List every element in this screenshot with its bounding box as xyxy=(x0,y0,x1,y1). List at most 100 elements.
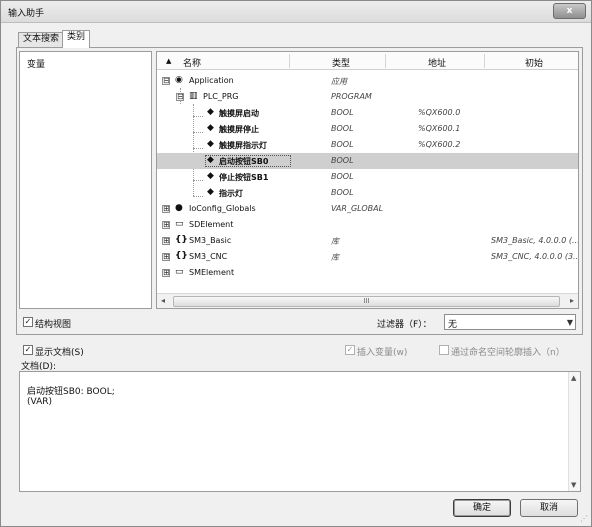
folder-icon: ▭ xyxy=(175,219,184,229)
tree-row-type: 应用 xyxy=(331,77,347,86)
close-button[interactable]: x xyxy=(553,3,586,19)
variable-icon: ◆ xyxy=(207,139,214,149)
filter-value: 无 xyxy=(448,320,458,330)
tree-row-smelement[interactable]: ⊞ ▭ SMElement xyxy=(157,265,578,281)
tree-row-type: 库 xyxy=(331,253,339,262)
tree-row-initial: SM3_Basic, 4.0.0.0 (... xyxy=(491,236,579,245)
tree-row-type: BOOL xyxy=(331,140,354,149)
tree-row-name: Application xyxy=(189,76,234,85)
category-list[interactable]: 变量 xyxy=(19,51,152,309)
column-header-name[interactable]: 名称 xyxy=(183,56,201,69)
tree-row-type: VAR_GLOBAL xyxy=(331,204,384,213)
tree-row-ioconfig-globals[interactable]: ⊞ ● IoConfig_Globals VAR_GLOBAL xyxy=(157,201,578,217)
symbol-tree[interactable]: ▲ 名称 类型 地址 初始 ⊟ ◉ Application 应用 ⊟ ▥ PLC… xyxy=(156,51,579,309)
column-separator[interactable] xyxy=(385,54,386,68)
tree-row-sdelement[interactable]: ⊞ ▭ SDElement xyxy=(157,217,578,233)
tree-row-variable[interactable]: ◆ 停止按钮SB1 BOOL xyxy=(157,169,578,185)
tree-row-address: %QX600.2 xyxy=(418,140,461,149)
expand-icon[interactable]: ⊞ xyxy=(162,205,170,213)
tree-row-variable-selected[interactable]: ◆ 启动按钮SB0 BOOL xyxy=(157,153,578,169)
expand-icon[interactable]: ⊞ xyxy=(162,221,170,229)
tree-row-name: 启动按钮SB0 xyxy=(219,157,269,166)
tree-row-name: IoConfig_Globals xyxy=(189,204,256,213)
tree-row-type: 库 xyxy=(331,237,339,246)
tree-row-address: %QX600.0 xyxy=(418,108,461,117)
insert-namespace-label: 通过命名空间轮廓插入（n） xyxy=(451,348,565,358)
scroll-up-icon[interactable]: ▲ xyxy=(571,374,576,382)
tree-row-name: SM3_Basic xyxy=(189,236,232,245)
tree-row-name: SM3_CNC xyxy=(189,252,228,261)
filter-dropdown[interactable]: 无 ▼ xyxy=(444,314,576,330)
structured-view-label: 结构视图 xyxy=(35,320,72,330)
column-separator[interactable] xyxy=(289,54,290,68)
show-docs-label: 显示文档(S) xyxy=(35,348,84,358)
tree-row-name: 触摸屏启动 xyxy=(219,109,259,118)
chevron-down-icon[interactable]: ▼ xyxy=(567,318,573,327)
tree-row-name: 触摸屏停止 xyxy=(219,125,259,134)
show-docs-checkbox[interactable]: ✓ xyxy=(23,345,33,355)
resize-grip-icon[interactable]: ⋰ xyxy=(580,514,588,523)
tab-text-search[interactable]: 文本搜索 xyxy=(18,32,65,47)
vertical-scrollbar[interactable]: ▲ ▼ xyxy=(568,372,580,491)
horizontal-scrollbar[interactable]: ◂ III ▸ xyxy=(157,293,578,308)
tree-row-type: BOOL xyxy=(331,172,354,181)
title-bar: 输入助手 x xyxy=(1,1,591,23)
expand-icon[interactable]: ⊞ xyxy=(162,269,170,277)
collapse-icon[interactable]: ⊟ xyxy=(162,77,170,85)
ok-button[interactable]: 确定 xyxy=(453,499,511,517)
column-header-type[interactable]: 类型 xyxy=(332,56,350,69)
scroll-down-icon[interactable]: ▼ xyxy=(571,481,576,489)
tree-row-name: 指示灯 xyxy=(219,189,243,198)
structured-view-checkbox[interactable]: ✓ xyxy=(23,317,33,327)
tree-row-name: 停止按钮SB1 xyxy=(219,173,269,182)
tree-row-plc-prg[interactable]: ⊟ ▥ PLC_PRG PROGRAM xyxy=(157,89,578,105)
variable-icon: ◆ xyxy=(207,171,214,181)
tree-row-type: BOOL xyxy=(331,188,354,197)
sort-ascending-icon[interactable]: ▲ xyxy=(166,57,171,65)
documentation-line: 启动按钮SB0: BOOL; xyxy=(27,387,115,397)
expand-icon[interactable]: ⊞ xyxy=(162,237,170,245)
input-assistant-window: 输入助手 x 文本搜索 类别 变量 ▲ 名称 类型 地址 初始 ⊟ ◉ Appl… xyxy=(0,0,592,527)
variable-icon: ◆ xyxy=(207,107,214,117)
variable-icon: ◆ xyxy=(207,123,214,133)
column-header-address[interactable]: 地址 xyxy=(428,56,446,69)
window-title: 输入助手 xyxy=(8,9,45,19)
tree-row-type: PROGRAM xyxy=(331,92,372,101)
collapse-icon[interactable]: ⊟ xyxy=(176,93,184,101)
library-icon: {} xyxy=(175,235,188,245)
tree-header: ▲ 名称 类型 地址 初始 xyxy=(157,52,578,70)
tree-row-name: 触摸屏指示灯 xyxy=(219,141,267,150)
folder-icon: ▭ xyxy=(175,267,184,277)
tree-row-type: BOOL xyxy=(331,108,354,117)
insert-namespace-checkbox[interactable] xyxy=(439,345,449,355)
tree-row-variable[interactable]: ◆ 指示灯 BOOL xyxy=(157,185,578,201)
variable-icon: ◆ xyxy=(207,187,214,197)
tree-row-type: BOOL xyxy=(331,156,354,165)
cancel-button[interactable]: 取消 xyxy=(520,499,578,517)
global-vars-icon: ● xyxy=(175,203,183,213)
tree-row-sm3-basic[interactable]: ⊞ {} SM3_Basic 库 SM3_Basic, 4.0.0.0 (... xyxy=(157,233,578,249)
program-icon: ▥ xyxy=(189,91,198,101)
tree-row-type: BOOL xyxy=(331,124,354,133)
tree-row-variable[interactable]: ◆ 触摸屏启动 BOOL %QX600.0 xyxy=(157,105,578,121)
tree-row-sm3-cnc[interactable]: ⊞ {} SM3_CNC 库 SM3_CNC, 4.0.0.0 (3... xyxy=(157,249,578,265)
tree-row-name: SMElement xyxy=(189,268,235,277)
tree-row-variable[interactable]: ◆ 触摸屏指示灯 BOOL %QX600.2 xyxy=(157,137,578,153)
scrollbar-thumb[interactable]: III xyxy=(173,296,560,307)
category-item-variables[interactable]: 变量 xyxy=(27,57,45,70)
documentation-line: (VAR) xyxy=(27,397,53,407)
expand-icon[interactable]: ⊞ xyxy=(162,253,170,261)
application-icon: ◉ xyxy=(175,75,183,85)
tree-row-variable[interactable]: ◆ 触摸屏停止 BOOL %QX600.1 xyxy=(157,121,578,137)
column-header-initial[interactable]: 初始 xyxy=(525,56,543,69)
insert-variable-checkbox[interactable]: ✓ xyxy=(345,345,355,355)
scroll-left-icon[interactable]: ◂ xyxy=(161,296,165,305)
filter-label: 过滤器（F）： xyxy=(377,320,432,330)
scroll-right-icon[interactable]: ▸ xyxy=(570,296,574,305)
tree-row-application[interactable]: ⊟ ◉ Application 应用 xyxy=(157,73,578,89)
column-separator[interactable] xyxy=(484,54,485,68)
insert-variable-label: 插入变量(w) xyxy=(357,348,408,358)
documentation-panel[interactable]: 启动按钮SB0: BOOL; (VAR) ▲ ▼ xyxy=(19,371,581,492)
tab-categories[interactable]: 类别 xyxy=(62,30,91,48)
library-icon: {} xyxy=(175,251,188,261)
